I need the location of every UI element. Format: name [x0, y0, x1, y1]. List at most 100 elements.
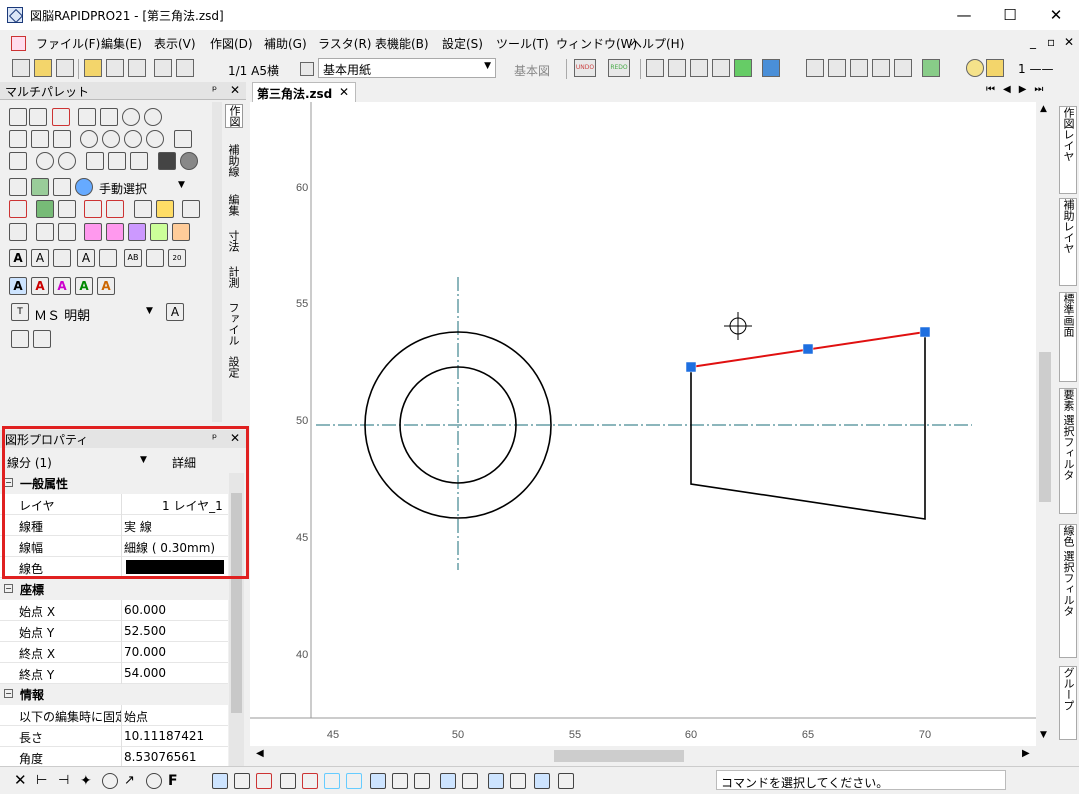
paste-icon[interactable] — [690, 59, 708, 77]
scroll-thumb[interactable] — [1039, 352, 1051, 502]
group-5-icon[interactable] — [172, 223, 190, 241]
redo-button[interactable]: REDO — [608, 59, 630, 77]
tab-aux-line[interactable]: 補助線 — [225, 144, 241, 177]
delete-icon[interactable] — [9, 200, 27, 218]
text-replace-icon[interactable]: AB — [124, 249, 142, 267]
menu-draw[interactable]: 作図(D) — [210, 35, 253, 52]
table-format-icon[interactable] — [33, 330, 51, 348]
save-all-icon[interactable] — [106, 59, 124, 77]
mirror-icon[interactable] — [134, 200, 152, 218]
mode-2-icon[interactable] — [234, 773, 250, 789]
tangent-circle-icon[interactable] — [144, 108, 162, 126]
menu-tools[interactable]: ツール(T) — [496, 35, 549, 52]
angle-line-icon[interactable] — [100, 108, 118, 126]
grid-snap-icon[interactable] — [558, 773, 574, 789]
leader-icon[interactable] — [99, 249, 117, 267]
tab-settings[interactable]: 設定 — [225, 356, 241, 378]
text-frame-icon[interactable]: A — [77, 249, 95, 267]
print-icon[interactable] — [154, 59, 172, 77]
horizontal-scrollbar[interactable]: ◀ ▶ — [250, 746, 1036, 766]
mode-4-icon[interactable] — [280, 773, 296, 789]
ellipse-icon[interactable] — [36, 152, 54, 170]
property-row[interactable]: 始点 Y 52.500 — [0, 621, 228, 642]
menu-edit[interactable]: 編集(E) — [101, 35, 142, 52]
copy-move-icon[interactable] — [106, 200, 124, 218]
lock-icon[interactable] — [986, 59, 1004, 77]
menu-file[interactable]: ファイル(F) — [36, 35, 100, 52]
text-bold-icon[interactable]: A — [9, 249, 27, 267]
grid-icon[interactable] — [534, 773, 550, 789]
rectangle-icon[interactable] — [174, 130, 192, 148]
snap-center-icon[interactable] — [102, 773, 118, 789]
mode-7-icon[interactable] — [346, 773, 362, 789]
hatch-icon[interactable] — [9, 178, 27, 196]
layer-icon[interactable] — [922, 59, 940, 77]
close-button[interactable]: ✕ — [1033, 0, 1079, 30]
snap-perpendicular-icon[interactable]: ↗ — [124, 773, 140, 789]
property-row[interactable]: 終点 Y 54.000 — [0, 663, 228, 684]
new-file-icon[interactable] — [12, 59, 30, 77]
text-style-1-icon[interactable]: A — [9, 277, 27, 295]
fill-icon[interactable] — [158, 152, 176, 170]
polyline-icon[interactable] — [9, 108, 27, 126]
table-icon[interactable] — [11, 330, 29, 348]
numbering-icon[interactable]: 20 — [168, 249, 186, 267]
section-info[interactable]: − 情報 — [0, 684, 228, 705]
menu-view[interactable]: 表示(V) — [154, 35, 196, 52]
font-dropdown[interactable]: ▼ — [146, 306, 153, 316]
stamp-icon[interactable] — [53, 178, 71, 196]
group-2-icon[interactable] — [106, 223, 124, 241]
save-icon[interactable] — [56, 59, 74, 77]
tab-edit[interactable]: 編集 — [225, 194, 241, 216]
freehand-icon[interactable] — [130, 152, 148, 170]
arc-center-icon[interactable] — [31, 130, 49, 148]
tab-aux-layer[interactable]: 補助レイヤ — [1059, 198, 1077, 286]
group-4-icon[interactable] — [150, 223, 168, 241]
snap-edit-icon[interactable] — [894, 59, 912, 77]
pencil-edit-icon[interactable] — [58, 223, 76, 241]
view-button[interactable]: 基本図 — [514, 62, 550, 79]
property-row[interactable]: 角度 8.53076561 — [0, 747, 228, 768]
text-style-2-icon[interactable]: A — [31, 277, 49, 295]
image-icon[interactable] — [36, 200, 54, 218]
layer-mode-3-icon[interactable] — [414, 773, 430, 789]
tab-draw[interactable]: 作図 — [225, 104, 243, 128]
edit-mode-2-icon[interactable] — [462, 773, 478, 789]
copy-icon[interactable] — [668, 59, 686, 77]
mdi-minimize-button[interactable]: _ — [1030, 35, 1036, 49]
open-folder-icon[interactable] — [34, 59, 52, 77]
snap-tangent-icon[interactable] — [146, 773, 162, 789]
property-row[interactable]: 以下の編集時に固定 始点 — [0, 705, 228, 726]
mdi-close-button[interactable]: ✕ — [1064, 35, 1074, 49]
snap-grid-icon[interactable] — [828, 59, 846, 77]
tab-measure[interactable]: 計測 — [225, 266, 241, 288]
pin-icon[interactable]: ᵖ — [212, 83, 217, 97]
bulb-icon[interactable] — [966, 59, 984, 77]
text-style-3-icon[interactable]: A — [53, 277, 71, 295]
text-style-5-icon[interactable]: A — [97, 277, 115, 295]
group-1-icon[interactable] — [84, 223, 102, 241]
font-select[interactable]: ＭＳ 明朝 — [34, 305, 90, 324]
tab-color-filter[interactable]: 線色 選択フィルタ — [1059, 524, 1077, 658]
font-size-icon[interactable]: A — [166, 303, 184, 321]
erase-icon[interactable] — [180, 152, 198, 170]
tab-dimension[interactable]: 寸法 — [225, 230, 241, 252]
cut-icon[interactable] — [646, 59, 664, 77]
paint-icon[interactable] — [75, 178, 93, 196]
mode-6-icon[interactable] — [324, 773, 340, 789]
scale-icon[interactable] — [156, 200, 174, 218]
snap-endpoint-icon[interactable]: ⊢ — [36, 773, 52, 789]
select-arrow-icon[interactable] — [712, 59, 730, 77]
edit-ok-icon[interactable] — [488, 773, 504, 789]
circle-3p-icon[interactable] — [124, 130, 142, 148]
tab-navigation[interactable]: ⏮◀▶⏭ — [986, 84, 1051, 95]
layer-mode-1-icon[interactable] — [370, 773, 386, 789]
section-coords[interactable]: − 座標 — [0, 579, 228, 600]
mdi-restore-button[interactable]: ▫ — [1047, 35, 1055, 49]
edit-mode-1-icon[interactable] — [440, 773, 456, 789]
drawing-canvas[interactable]: 45 50 55 60 65 70 60 55 50 45 40 — [250, 102, 1036, 746]
line-icon[interactable] — [29, 108, 47, 126]
snap-point-icon[interactable]: ✦ — [80, 773, 96, 789]
tab-standard-screen[interactable]: 標準画面 — [1059, 292, 1077, 382]
mode-1-icon[interactable] — [212, 773, 228, 789]
